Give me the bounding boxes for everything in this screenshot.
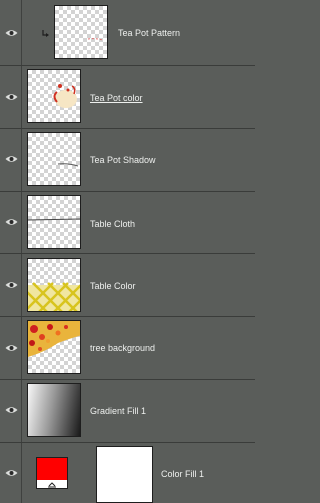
eye-icon[interactable] — [5, 469, 18, 477]
layer-thumbnail[interactable] — [27, 258, 81, 312]
eye-icon[interactable] — [5, 406, 18, 414]
layer-row-tree-background[interactable]: tree background — [0, 317, 255, 380]
visibility-column — [0, 129, 22, 191]
eye-icon[interactable] — [5, 281, 18, 289]
layer-row-tea-pot-pattern[interactable]: Tea Pot Pattern — [0, 0, 255, 66]
layer-name[interactable]: Gradient Fill 1 — [90, 406, 146, 416]
fill-color-block — [37, 458, 67, 480]
layer-row-table-color[interactable]: Table Color — [0, 254, 255, 317]
eye-icon[interactable] — [5, 344, 18, 352]
layer-thumbnail[interactable] — [27, 132, 81, 186]
visibility-column — [0, 192, 22, 253]
eye-icon[interactable] — [5, 93, 18, 101]
layer-thumbnail[interactable] — [27, 195, 81, 249]
layer-thumbnail[interactable] — [27, 320, 81, 374]
visibility-column — [0, 380, 22, 442]
gradient-thumbnail[interactable] — [27, 383, 81, 437]
visibility-column — [0, 0, 22, 65]
layer-mask-thumbnail[interactable] — [96, 446, 153, 503]
layer-name[interactable]: Tea Pot Shadow — [90, 155, 156, 165]
eye-icon[interactable] — [5, 218, 18, 226]
visibility-column — [0, 443, 22, 503]
layer-row-tea-pot-color[interactable]: Tea Pot color — [0, 66, 255, 129]
layer-name[interactable]: Table Color — [90, 281, 136, 291]
layer-name[interactable]: tree background — [90, 343, 155, 353]
layer-row-color-fill[interactable]: Color Fill 1 — [0, 443, 255, 503]
layer-name[interactable]: Color Fill 1 — [161, 469, 204, 479]
layer-row-tea-pot-shadow[interactable]: Tea Pot Shadow — [0, 129, 255, 192]
eye-icon[interactable] — [5, 155, 18, 163]
visibility-column — [0, 254, 22, 316]
layer-name[interactable]: Table Cloth — [90, 219, 135, 229]
layer-name[interactable]: Tea Pot Pattern — [118, 28, 180, 38]
layer-name[interactable]: Tea Pot color — [90, 93, 143, 103]
layer-row-gradient-fill[interactable]: Gradient Fill 1 — [0, 380, 255, 443]
layers-panel: Tea Pot Pattern Tea Pot color Tea Pot Sh… — [0, 0, 255, 503]
layer-thumbnail[interactable] — [54, 5, 108, 59]
clipping-arrow-icon — [42, 30, 49, 37]
fill-adjust-icon — [48, 482, 56, 488]
layer-row-table-cloth[interactable]: Table Cloth — [0, 192, 255, 254]
visibility-column — [0, 66, 22, 128]
layer-thumbnail[interactable] — [27, 69, 81, 123]
eye-icon[interactable] — [5, 29, 18, 37]
fill-color-swatch-icon[interactable] — [36, 457, 68, 489]
visibility-column — [0, 317, 22, 379]
